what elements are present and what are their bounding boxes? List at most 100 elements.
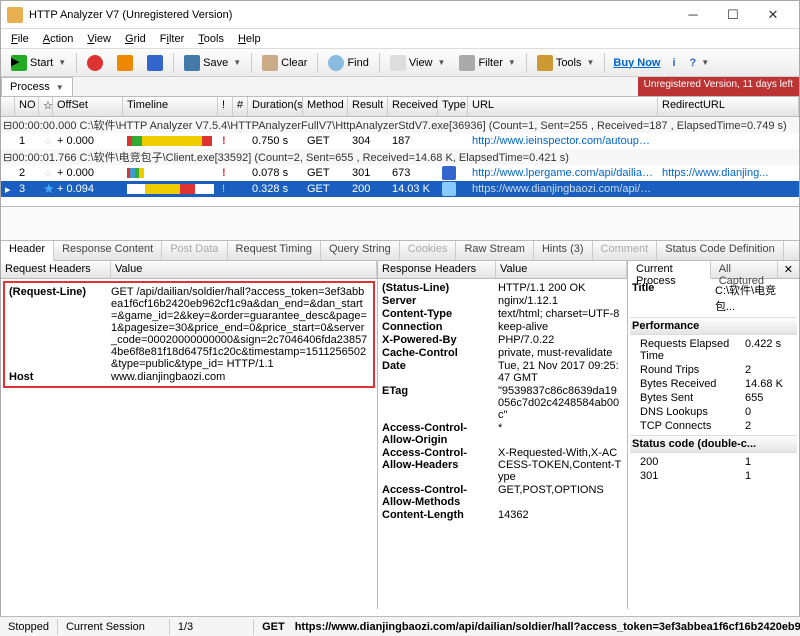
col-received[interactable]: Received	[388, 97, 438, 116]
request-line-key: (Request-Line)	[7, 286, 109, 370]
pause-button[interactable]	[111, 52, 139, 74]
sc-value: 1	[745, 456, 795, 468]
menu-tools[interactable]: Tools	[192, 31, 230, 47]
col-result[interactable]: Result	[348, 97, 388, 116]
detail-tabs: Header Response Content Post Data Reques…	[1, 241, 799, 261]
toolbar: ▶Start▼ Save▼ Clear Find View▼ Filter▼ T…	[1, 49, 799, 77]
group-row[interactable]: ⊟ 00:00:00.000 C:\软件\HTTP Analyzer V7.5.…	[1, 117, 799, 133]
start-button[interactable]: ▶Start▼	[5, 52, 72, 74]
stop-button[interactable]	[81, 52, 109, 74]
resp-col1[interactable]: Response Headers	[378, 261, 496, 278]
help-button[interactable]: ?▼	[684, 54, 716, 72]
app-icon	[7, 7, 23, 23]
request-column: Request HeadersValue (Request-Line)GET /…	[1, 261, 378, 609]
filter-button[interactable]: Filter▼	[453, 52, 521, 74]
perf-value: 2	[745, 420, 795, 432]
pause-icon	[117, 55, 133, 71]
window-title: HTTP Analyzer V7 (Unregistered Version)	[29, 9, 673, 21]
tab-comment[interactable]: Comment	[593, 241, 658, 260]
resp-value: HTTP/1.1 200 OK	[496, 282, 625, 294]
resp-value: *	[496, 422, 625, 446]
broom-icon	[262, 55, 278, 71]
tab-status-code[interactable]: Status Code Definition	[657, 241, 783, 260]
resp-key: Server	[380, 295, 496, 307]
menu-filter[interactable]: Filter	[154, 31, 190, 47]
req-col2[interactable]: Value	[111, 261, 377, 278]
grid-body: ⊟ 00:00:00.000 C:\软件\HTTP Analyzer V7.5.…	[1, 117, 799, 207]
menu-view[interactable]: View	[81, 31, 117, 47]
resp-key: Access-Control-Allow-Origin	[380, 422, 496, 446]
close-panel-icon[interactable]: ✕	[778, 261, 799, 278]
table-row[interactable]: 1 ☆ + 0.000 ! 0.750 s GET 304 187 http:/…	[1, 133, 799, 149]
col-method[interactable]: Method	[303, 97, 348, 116]
perf-key: DNS Lookups	[632, 406, 745, 418]
tab-hints[interactable]: Hints (3)	[534, 241, 593, 260]
col-hash[interactable]: #	[233, 97, 248, 116]
close-button[interactable]: ✕	[753, 3, 793, 27]
save-button[interactable]: Save▼	[178, 52, 247, 74]
menu-grid[interactable]: Grid	[119, 31, 152, 47]
tab-response-content[interactable]: Response Content	[54, 241, 162, 260]
maximize-button[interactable]: ☐	[713, 3, 753, 27]
buy-now-link[interactable]: Buy Now	[609, 57, 664, 69]
record-button[interactable]	[141, 52, 169, 74]
col-duration[interactable]: Duration(s)	[248, 97, 303, 116]
view-icon	[390, 55, 406, 71]
col-type[interactable]: Type	[438, 97, 468, 116]
tab-cookies[interactable]: Cookies	[400, 241, 457, 260]
info-button[interactable]: i	[666, 54, 681, 72]
find-button[interactable]: Find	[322, 52, 374, 74]
response-column: Response HeadersValue (Status-Line)HTTP/…	[378, 261, 628, 609]
menubar: File Action View Grid Filter Tools Help	[1, 29, 799, 49]
group-row[interactable]: ⊟ 00:00:01.766 C:\软件\电竞包子\Client.exe[335…	[1, 149, 799, 165]
table-row-selected[interactable]: ▸ 3 ★ + 0.094 ! 0.328 s GET 200 14.03 K …	[1, 181, 799, 197]
stop-icon	[87, 55, 103, 71]
view-button[interactable]: View▼	[384, 52, 452, 74]
col-bang[interactable]: !	[218, 97, 233, 116]
col-timeline[interactable]: Timeline	[123, 97, 218, 116]
side-column: Current Process All Captured ✕ TitleC:\软…	[628, 261, 799, 609]
menu-help[interactable]: Help	[232, 31, 267, 47]
status-session: Current Session	[58, 619, 170, 635]
tools-button[interactable]: Tools▼	[531, 52, 601, 74]
tab-request-timing[interactable]: Request Timing	[228, 241, 321, 260]
help-icon: ?	[690, 57, 697, 69]
resp-key: Connection	[380, 321, 496, 333]
tab-all-captured[interactable]: All Captured	[711, 261, 778, 278]
resp-value: GET,POST,OPTIONS	[496, 484, 625, 508]
unregistered-notice: Unregistered Version, 11 days left	[638, 77, 799, 96]
col-expand[interactable]	[1, 97, 15, 116]
menu-action[interactable]: Action	[37, 31, 80, 47]
tab-header[interactable]: Header	[1, 241, 54, 261]
request-highlight-box: (Request-Line)GET /api/dailian/soldier/h…	[3, 281, 375, 388]
tab-post-data[interactable]: Post Data	[162, 241, 227, 260]
tab-query-string[interactable]: Query String	[321, 241, 400, 260]
resp-value: 14362	[496, 509, 625, 521]
resp-key: X-Powered-By	[380, 334, 496, 346]
resp-value: private, must-revalidate	[496, 347, 625, 359]
tab-raw-stream[interactable]: Raw Stream	[456, 241, 534, 260]
record-icon	[147, 55, 163, 71]
process-tab[interactable]: Process▼	[1, 77, 73, 96]
menu-file[interactable]: File	[5, 31, 35, 47]
resp-col2[interactable]: Value	[496, 261, 627, 278]
grid-header: NO ☆ OffSet Timeline ! # Duration(s) Met…	[1, 97, 799, 117]
info-icon: i	[672, 57, 675, 69]
col-url[interactable]: URL	[468, 97, 658, 116]
splitter[interactable]	[1, 207, 799, 241]
col-offset[interactable]: OffSet	[53, 97, 123, 116]
col-star[interactable]: ☆	[39, 97, 53, 116]
col-no[interactable]: NO	[15, 97, 39, 116]
status-count: 1/3	[170, 619, 254, 635]
clear-button[interactable]: Clear	[256, 52, 313, 74]
sc-key[interactable]: 301	[632, 470, 745, 482]
status-method: GET	[254, 619, 293, 635]
table-row[interactable]: 2 ☆ + 0.000 ! 0.078 s GET 301 673 http:/…	[1, 165, 799, 181]
col-redirect[interactable]: RedirectURL	[658, 97, 799, 116]
title-value: C:\软件\电竞包...	[715, 282, 795, 314]
minimize-button[interactable]: ─	[673, 3, 713, 27]
sc-key[interactable]: 200	[632, 456, 745, 468]
req-col1[interactable]: Request Headers	[1, 261, 111, 278]
perf-value: 655	[745, 392, 795, 404]
tab-current-process[interactable]: Current Process	[628, 261, 711, 279]
